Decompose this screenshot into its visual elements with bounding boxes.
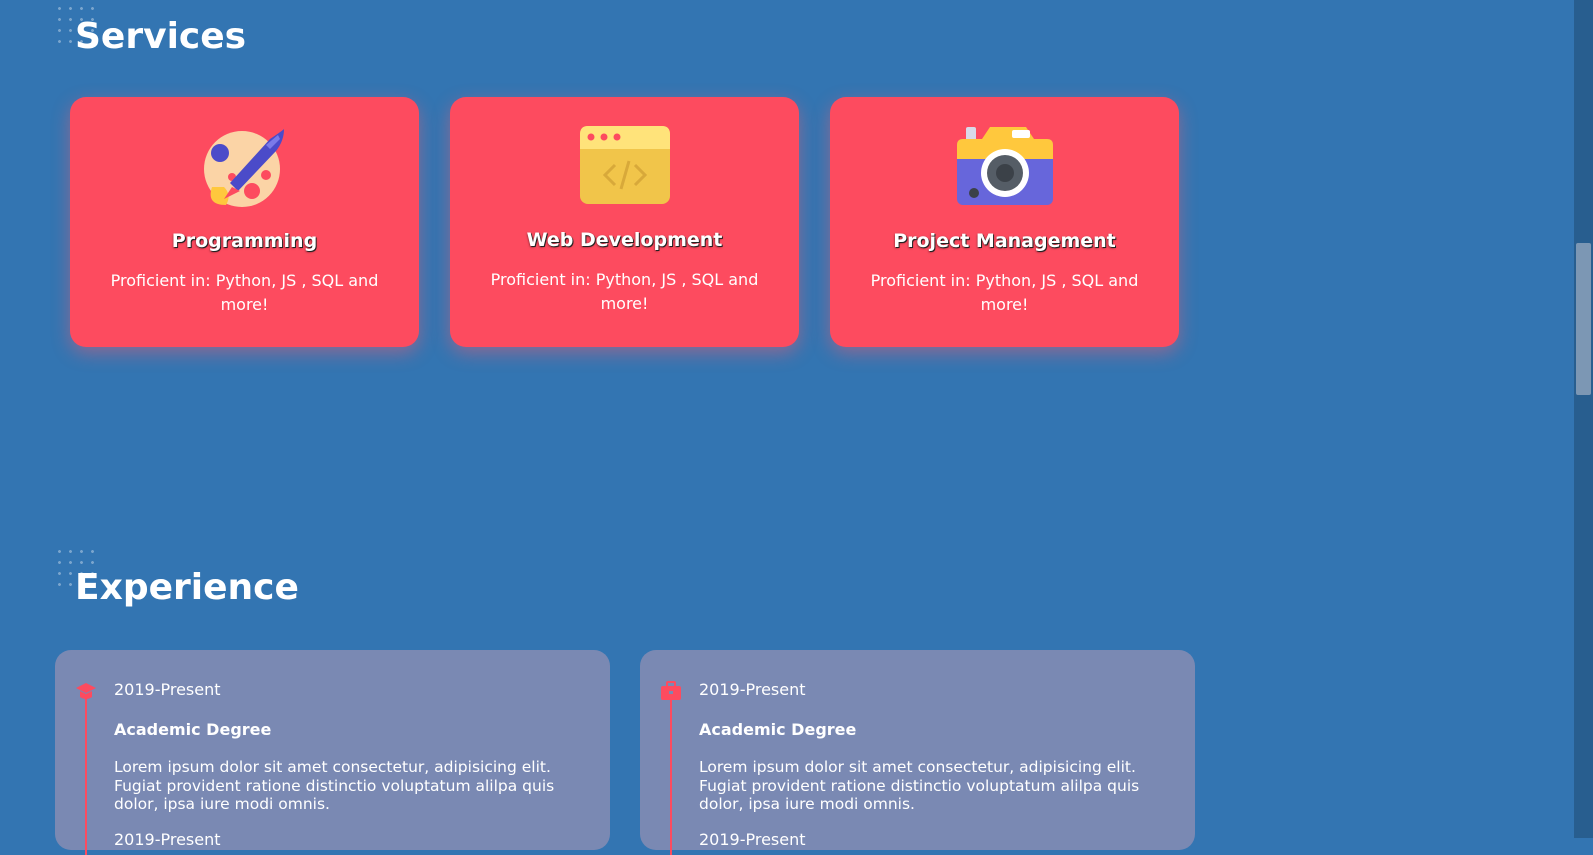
experience-card-education: 2019-Present Academic Degree Lorem ipsum… — [55, 650, 610, 855]
service-title: Programming — [171, 230, 318, 252]
experience-date: 2019-Present — [114, 680, 221, 699]
service-title: Web Development — [526, 229, 723, 251]
services-section-title: Services — [75, 16, 247, 57]
timeline-line — [670, 695, 672, 855]
code-window-icon — [450, 125, 799, 207]
experience-section-title: Experience — [75, 567, 299, 608]
scrollbar-track[interactable] — [1574, 0, 1593, 838]
experience-date: 2019-Present — [699, 830, 806, 849]
service-description: Proficient in: Python, JS , SQL and more… — [490, 270, 759, 313]
briefcase-icon — [660, 680, 682, 702]
service-description: Proficient in: Python, JS , SQL and more… — [870, 271, 1139, 314]
rocket-palette-icon — [70, 125, 419, 207]
experience-date: 2019-Present — [699, 680, 806, 699]
service-card-project-management: Project Management Proficient in: Python… — [830, 97, 1179, 347]
experience-description: Lorem ipsum dolor sit amet consectetur, … — [699, 758, 1140, 813]
experience-date: 2019-Present — [114, 830, 221, 849]
camera-icon — [830, 125, 1179, 207]
service-description: Proficient in: Python, JS , SQL and more… — [110, 271, 379, 314]
service-card-web-development: Web Development Proficient in: Python, J… — [450, 97, 799, 347]
timeline-line — [85, 695, 87, 855]
service-card-programming: Programming Proficient in: Python, JS , … — [70, 97, 419, 347]
experience-card-work: 2019-Present Academic Degree Lorem ipsum… — [640, 650, 1195, 855]
scrollbar-thumb[interactable] — [1576, 243, 1591, 395]
experience-title: Academic Degree — [699, 720, 857, 739]
experience-title: Academic Degree — [114, 720, 272, 739]
graduation-cap-icon — [75, 680, 97, 702]
experience-description: Lorem ipsum dolor sit amet consectetur, … — [114, 758, 555, 813]
service-title: Project Management — [893, 230, 1116, 252]
